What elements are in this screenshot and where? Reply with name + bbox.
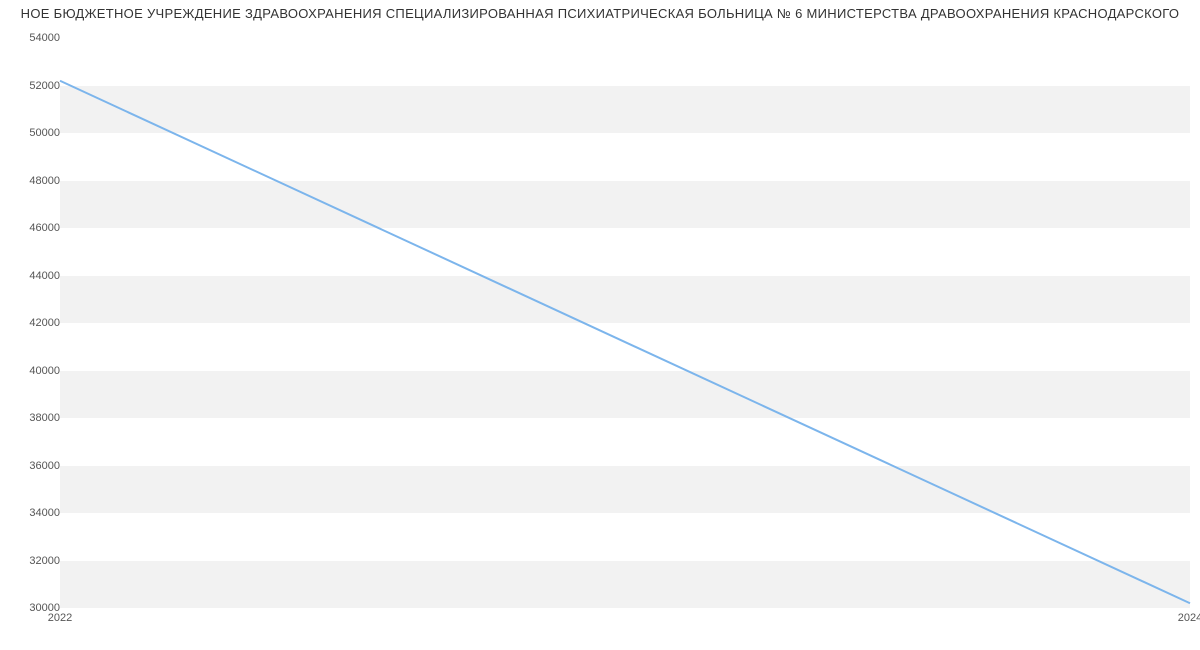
y-tick-label: 36000 (10, 460, 60, 472)
y-tick-label: 48000 (10, 175, 60, 187)
y-tick-label: 40000 (10, 365, 60, 377)
y-tick-label: 42000 (10, 317, 60, 329)
y-tick-label: 54000 (10, 32, 60, 44)
chart-title: НОЕ БЮДЖЕТНОЕ УЧРЕЖДЕНИЕ ЗДРАВООХРАНЕНИЯ… (0, 6, 1200, 21)
y-tick-label: 46000 (10, 222, 60, 234)
y-tick-label: 50000 (10, 127, 60, 139)
x-tick-label: 2022 (48, 612, 72, 624)
y-tick-label: 32000 (10, 555, 60, 567)
x-tick-label: 2024 (1178, 612, 1200, 624)
y-tick-label: 44000 (10, 270, 60, 282)
y-tick-label: 38000 (10, 412, 60, 424)
y-tick-label: 52000 (10, 80, 60, 92)
y-tick-label: 34000 (10, 507, 60, 519)
plot-area (60, 38, 1190, 608)
line-path (60, 81, 1190, 604)
line-series (60, 38, 1190, 608)
